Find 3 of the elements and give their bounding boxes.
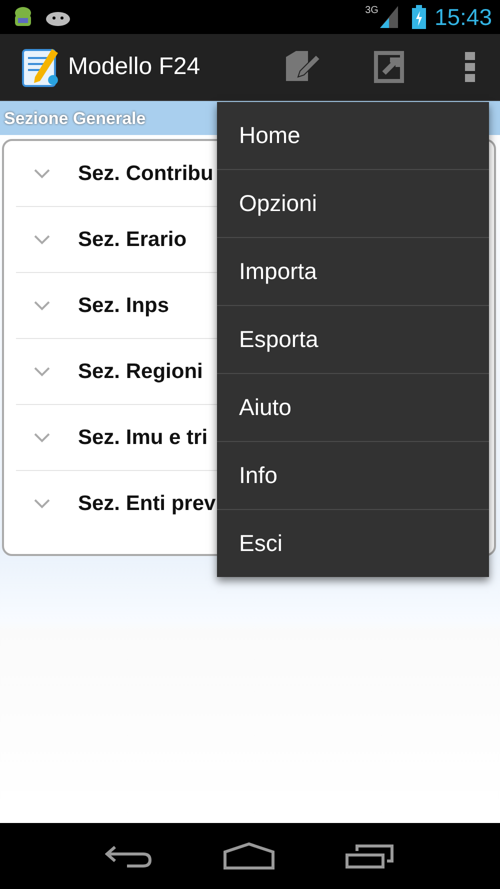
clock: 15:43: [434, 4, 492, 30]
network-label: 3G: [365, 5, 378, 16]
app-title: Modello F24: [68, 53, 200, 81]
